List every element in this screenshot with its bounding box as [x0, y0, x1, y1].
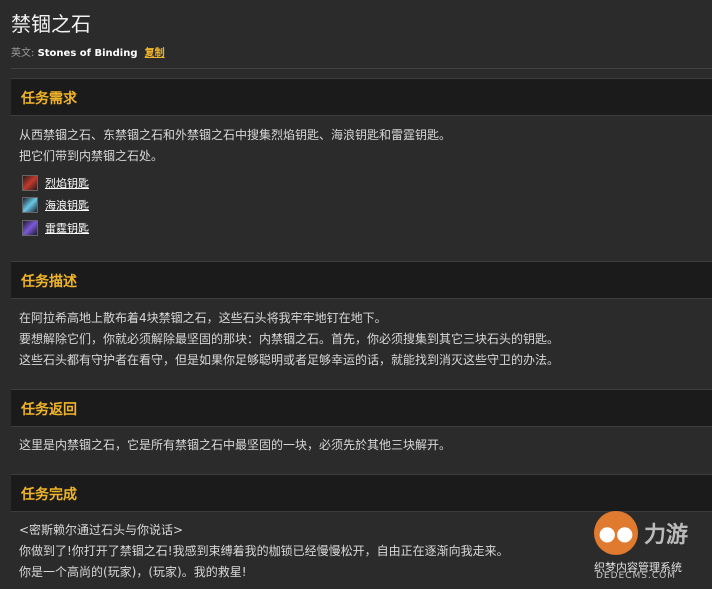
item-link[interactable]: 雷霆钥匙 — [45, 220, 89, 236]
requirements-text: 从西禁锢之石、东禁锢之石和外禁锢之石中搜集烈焰钥匙、海浪钥匙和雷霆钥匙。 把它们… — [19, 125, 451, 167]
text-line: 把它们带到内禁锢之石处。 — [19, 149, 164, 163]
item-purple-key[interactable]: 雷霆钥匙 — [22, 219, 89, 237]
section-header-completion: 任务完成 — [11, 474, 712, 512]
section-header-return: 任务返回 — [11, 389, 712, 427]
watermark-domain: DEDECMS.COM — [596, 571, 676, 581]
text-line: <密斯赖尔通过石头与你说话> — [19, 523, 184, 537]
text-line: 你做到了!你打开了禁锢之石!我感到束缚着我的枷锁已经慢慢松开，自由正在逐渐向我走… — [19, 544, 509, 558]
english-name-row: 英文: Stones of Binding 复制 — [11, 44, 165, 59]
text-line: 从西禁锢之石、东禁锢之石和外禁锢之石中搜集烈焰钥匙、海浪钥匙和雷霆钥匙。 — [19, 128, 452, 142]
text-line: 要想解除它们，你就必须解除最坚固的那块：内禁锢之石。首先，你必须搜集到其它三块石… — [19, 332, 560, 346]
item-red-key[interactable]: 烈焰钥匙 — [22, 174, 89, 192]
english-label: 英文: — [11, 48, 35, 59]
completion-text: <密斯赖尔通过石头与你说话> 你做到了!你打开了禁锢之石!我感到束缚着我的枷锁已… — [19, 520, 509, 583]
watermark: ●● 力游 织梦内容管理系统 DEDECMS.COM — [594, 511, 706, 583]
page-title: 禁锢之石 — [11, 12, 91, 36]
blue-key-icon — [22, 197, 38, 213]
text-line: 这些石头都有守护者在看守，但是如果你足够聪明或者足够幸运的话，就能找到消灭这些守… — [19, 353, 560, 367]
text-line: 在阿拉希高地上散布着4块禁锢之石，这些石头将我牢牢地钉在地下。 — [19, 311, 387, 325]
copy-link[interactable]: 复制 — [145, 48, 165, 59]
section-title: 任务返回 — [21, 402, 77, 418]
section-title: 任务完成 — [21, 487, 77, 503]
section-title: 任务描述 — [21, 274, 77, 290]
purple-key-icon — [22, 220, 38, 236]
return-text: 这里是内禁锢之石，它是所有禁锢之石中最坚固的一块，必须先於其他三块解开。 — [19, 435, 451, 456]
section-title: 任务需求 — [21, 91, 77, 107]
red-key-icon — [22, 175, 38, 191]
item-link[interactable]: 海浪钥匙 — [45, 197, 89, 213]
watermark-brand: 力游 — [644, 523, 689, 548]
mascot-logo-icon: ●● — [594, 511, 638, 555]
text-line: 你是一个高尚的(玩家)，(玩家)。我的救星! — [19, 565, 247, 579]
description-text: 在阿拉希高地上散布着4块禁锢之石，这些石头将我牢牢地钉在地下。 要想解除它们，你… — [19, 308, 559, 371]
text-line: 这里是内禁锢之石，它是所有禁锢之石中最坚固的一块，必须先於其他三块解开。 — [19, 438, 452, 452]
english-name: Stones of Binding — [37, 48, 138, 59]
section-header-description: 任务描述 — [11, 261, 712, 299]
section-header-requirements: 任务需求 — [11, 78, 712, 116]
item-blue-key[interactable]: 海浪钥匙 — [22, 196, 89, 214]
item-link[interactable]: 烈焰钥匙 — [45, 175, 89, 191]
divider — [11, 68, 712, 69]
